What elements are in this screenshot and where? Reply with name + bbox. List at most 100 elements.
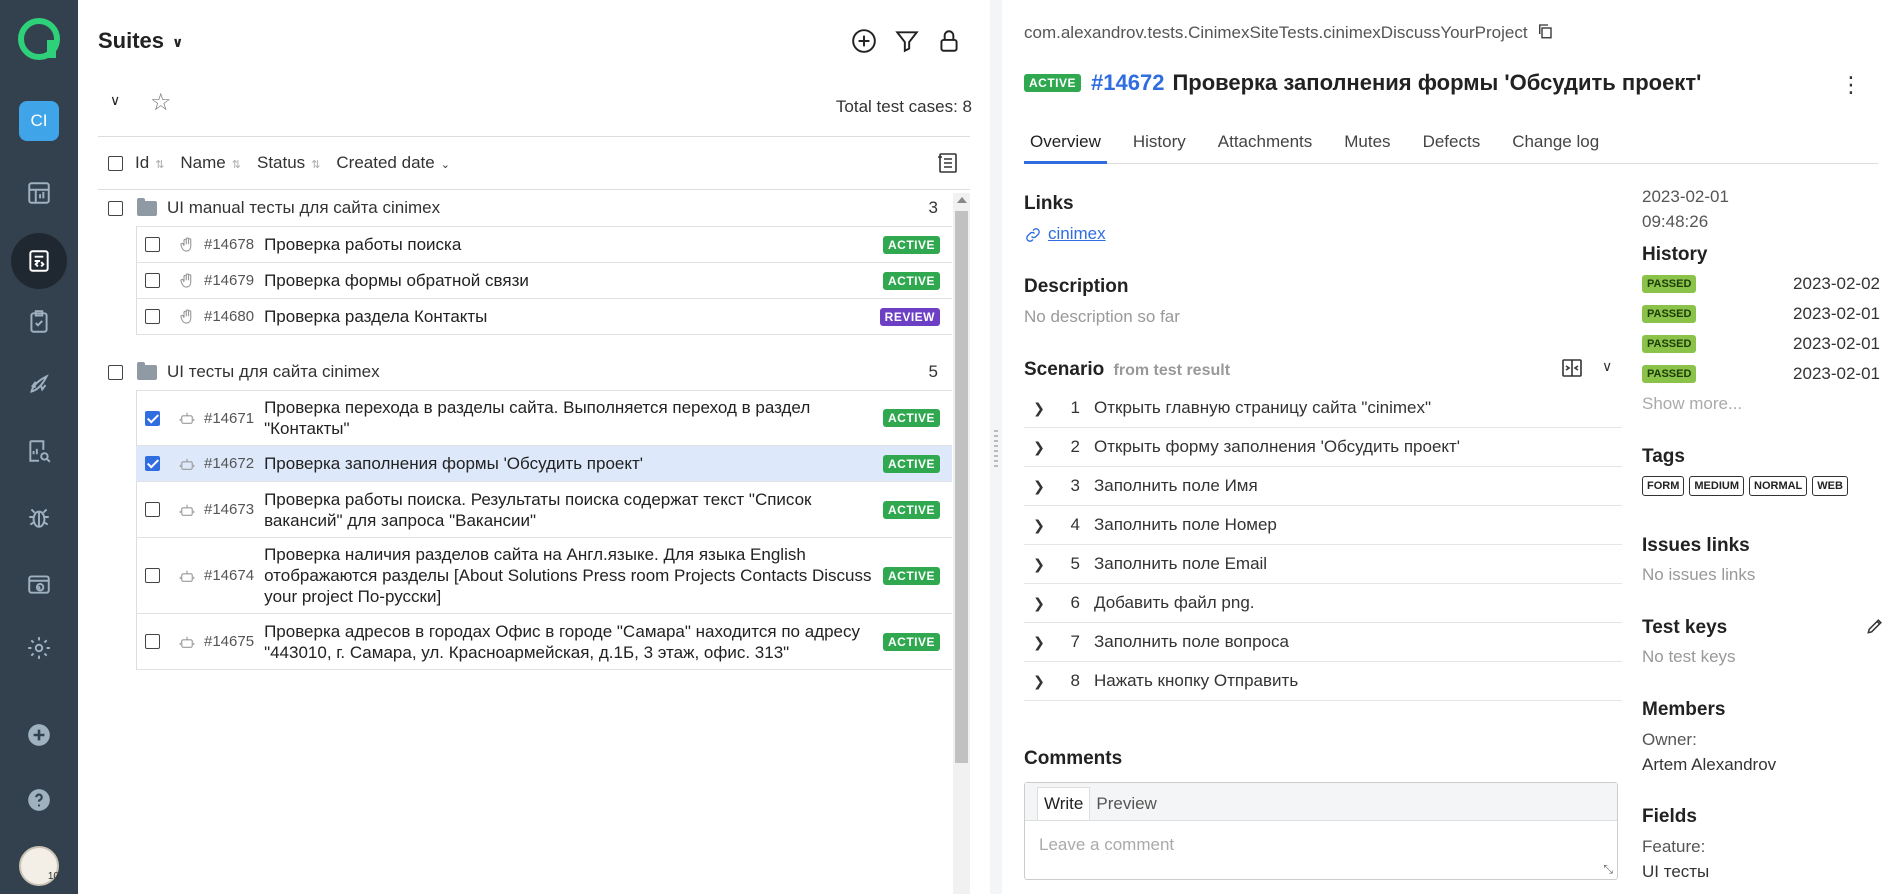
table-row[interactable]: #14680 Проверка раздела Контакты REVIEW — [136, 299, 952, 335]
star-icon[interactable]: ☆ — [150, 88, 172, 117]
scenario-step[interactable]: ❯ 1 Открыть главную страницу сайта "cinime… — [1024, 389, 1622, 428]
test-keys-title: Test keys — [1642, 617, 1728, 638]
filter-icon[interactable] — [894, 28, 922, 56]
row-checkbox[interactable] — [145, 456, 160, 471]
history-row[interactable]: PASSED 2023-02-01 — [1642, 332, 1880, 356]
column-name[interactable]: Name ⇅ — [180, 153, 241, 173]
fields-title: Fields — [1642, 806, 1697, 827]
tab-preview[interactable]: Preview — [1090, 788, 1162, 820]
suites-dropdown[interactable]: Suites ∨ — [98, 28, 183, 54]
tag[interactable]: WEB — [1812, 476, 1848, 496]
scenario-step[interactable]: ❯ 5 Заполнить поле Email — [1024, 545, 1622, 584]
tab-attachments[interactable]: Attachments — [1212, 128, 1319, 164]
select-all-checkbox[interactable] — [108, 155, 123, 171]
scenario-step[interactable]: ❯ 7 Заполнить поле вопроса — [1024, 623, 1622, 662]
test-name: Проверка работы поиска — [264, 235, 462, 254]
tag[interactable]: NORMAL — [1749, 476, 1808, 496]
help-icon[interactable] — [19, 780, 59, 820]
table-row[interactable]: #14675 Проверка адресов в городах Офис в… — [136, 614, 952, 670]
tag-list: FORM MEDIUM NORMAL WEB — [1642, 476, 1848, 496]
row-checkbox[interactable] — [145, 568, 160, 583]
scenario-step[interactable]: ❯ 2 Открыть форму заполнения 'Обсудить про… — [1024, 428, 1622, 467]
suite-group[interactable]: UI тесты для сайта cinimex 5 — [98, 354, 970, 390]
analytics-search-icon[interactable] — [19, 431, 59, 471]
scenario-step[interactable]: ❯ 8 Нажать кнопку Отправить — [1024, 662, 1622, 701]
passed-badge: PASSED — [1642, 335, 1697, 353]
scenario-step[interactable]: ❯ 6 Добавить файл png. — [1024, 584, 1622, 623]
panel-resize-handle[interactable] — [990, 0, 1002, 894]
scroll-up-icon[interactable] — [957, 197, 967, 203]
step-text: Заполнить поле Имя — [1094, 476, 1258, 495]
column-created[interactable]: Created date ⌄ — [336, 153, 450, 173]
row-checkbox[interactable] — [145, 502, 160, 517]
history-row[interactable]: PASSED 2023-02-02 — [1642, 272, 1880, 296]
rocket-icon[interactable] — [19, 364, 59, 404]
list-scrollbar[interactable] — [953, 193, 970, 894]
test-number[interactable]: #14672 — [1091, 70, 1164, 96]
edit-pencil-icon[interactable] — [1865, 616, 1885, 641]
tab-defects[interactable]: Defects — [1417, 128, 1487, 164]
group-checkbox[interactable] — [108, 364, 123, 380]
column-id[interactable]: Id ⇅ — [135, 153, 164, 173]
row-checkbox[interactable] — [145, 273, 160, 288]
chevron-right-icon: ❯ — [1033, 555, 1045, 572]
collapse-all-icon[interactable]: ∨ — [110, 92, 120, 109]
column-name-label: Name — [180, 153, 226, 172]
row-checkbox[interactable] — [145, 309, 160, 324]
test-id: #14675 — [204, 633, 255, 650]
table-row-selected[interactable]: #14672 Проверка заполнения формы 'Обсуди… — [136, 446, 952, 482]
suites-title: Suites — [98, 28, 165, 53]
lock-icon[interactable] — [936, 28, 964, 56]
chevron-right-icon: ❯ — [1033, 633, 1045, 650]
suite-group[interactable]: UI manual тесты для сайта cinimex 3 — [98, 190, 970, 226]
dashboard-icon[interactable] — [19, 173, 59, 213]
settings-icon[interactable] — [19, 628, 59, 668]
scenario-step[interactable]: ❯ 3 Заполнить поле Имя — [1024, 467, 1622, 506]
tab-write[interactable]: Write — [1037, 787, 1091, 820]
table-row[interactable]: #14678 Проверка работы поиска ACTIVE — [136, 226, 952, 263]
tree-view-icon[interactable] — [936, 151, 960, 180]
group-checkbox[interactable] — [108, 200, 123, 216]
table-row[interactable]: #14673 Проверка работы поиска. Результат… — [136, 482, 952, 538]
history-row[interactable]: PASSED 2023-02-01 — [1642, 362, 1880, 386]
table-row[interactable]: #14671 Проверка перехода в разделы сайта… — [136, 390, 952, 446]
copy-icon[interactable] — [1536, 22, 1554, 45]
tab-mutes[interactable]: Mutes — [1338, 128, 1396, 164]
project-badge[interactable]: CI — [19, 101, 59, 141]
test-cases-icon[interactable] — [11, 233, 67, 289]
row-checkbox[interactable] — [145, 634, 160, 649]
resize-handle-icon[interactable]: ⤡ — [1603, 862, 1613, 877]
tab-change-log[interactable]: Change log — [1506, 128, 1605, 164]
add-circle-icon[interactable] — [851, 28, 879, 56]
show-more-link[interactable]: Show more... — [1642, 394, 1742, 414]
status-badge: ACTIVE — [882, 454, 940, 473]
history-row[interactable]: PASSED 2023-02-01 — [1642, 302, 1880, 326]
expand-steps-icon[interactable] — [1560, 356, 1584, 385]
add-project-icon[interactable] — [19, 715, 59, 755]
tab-history[interactable]: History — [1127, 128, 1192, 164]
table-row[interactable]: #14679 Проверка формы обратной связи ACT… — [136, 263, 952, 299]
more-menu-icon[interactable]: ⋮ — [1840, 72, 1862, 98]
test-id: #14671 — [204, 409, 255, 427]
scroll-thumb[interactable] — [955, 211, 968, 763]
row-checkbox[interactable] — [145, 410, 160, 426]
comment-input[interactable]: Leave a comment — [1025, 821, 1617, 869]
tab-overview[interactable]: Overview — [1024, 128, 1107, 164]
user-avatar[interactable]: 10 — [19, 846, 59, 886]
test-link[interactable]: cinimex — [1024, 224, 1106, 244]
step-text: Заполнить поле вопроса — [1094, 632, 1289, 651]
bug-icon[interactable] — [19, 497, 59, 537]
row-checkbox[interactable] — [145, 237, 160, 252]
table-row[interactable]: #14674 Проверка наличия разделов сайта н… — [136, 538, 952, 614]
launches-icon[interactable] — [19, 302, 59, 342]
tag[interactable]: FORM — [1642, 476, 1685, 496]
chevron-down-icon[interactable]: ∨ — [1602, 358, 1612, 375]
avatar-badge: 10 — [47, 871, 59, 882]
tag[interactable]: MEDIUM — [1689, 476, 1744, 496]
jobs-icon[interactable] — [19, 564, 59, 604]
scenario-step[interactable]: ❯ 4 Заполнить поле Номер — [1024, 506, 1622, 545]
test-name: Проверка работы поиска. Результаты поиск… — [264, 489, 812, 530]
app-logo[interactable] — [18, 18, 60, 60]
column-status[interactable]: Status ⇅ — [257, 153, 320, 173]
test-id: #14674 — [204, 567, 255, 584]
